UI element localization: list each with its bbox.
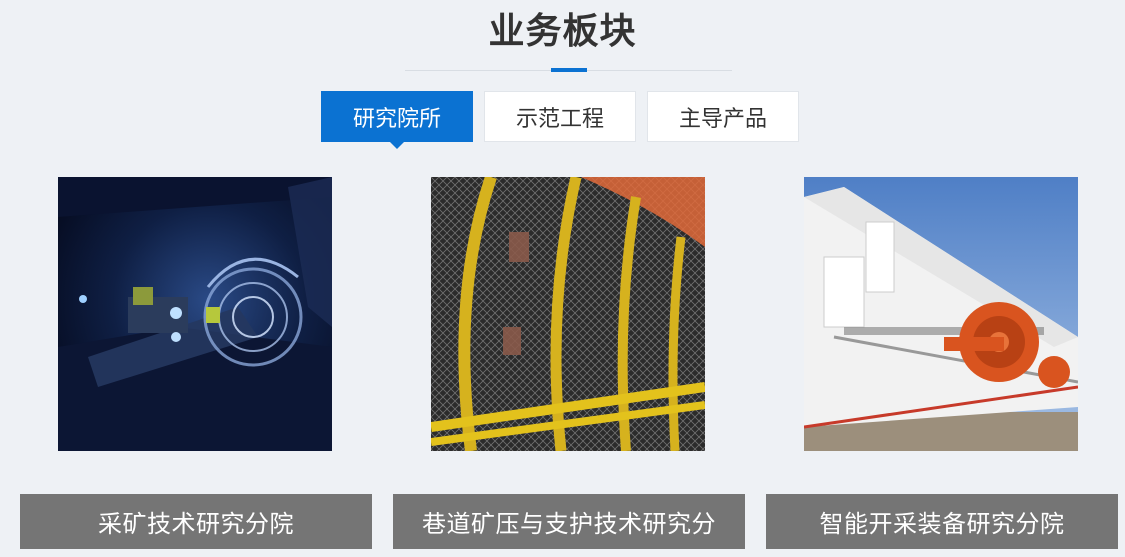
title-accent-bar bbox=[551, 68, 587, 72]
card-roadway-support[interactable]: 巷道矿压与支护技术研究分 bbox=[393, 177, 745, 552]
card-caption: 智能开采装备研究分院 bbox=[766, 494, 1118, 549]
bucket-wheel-excavator-photo[interactable] bbox=[804, 177, 1078, 451]
category-tabs: 研究院所 示范工程 主导产品 bbox=[321, 91, 799, 149]
tab-leading-products[interactable]: 主导产品 bbox=[647, 91, 799, 142]
tab-label: 研究院所 bbox=[352, 106, 441, 132]
active-tab-pointer bbox=[389, 141, 405, 149]
card-caption: 采矿技术研究分院 bbox=[20, 494, 372, 549]
tab-demonstration-projects[interactable]: 示范工程 bbox=[484, 91, 636, 142]
card-mining-technology[interactable]: 采矿技术研究分院 bbox=[20, 177, 372, 552]
tab-label: 主导产品 bbox=[678, 106, 767, 132]
tab-research-institutes[interactable]: 研究院所 bbox=[321, 91, 473, 149]
underground-mining-machine-photo[interactable] bbox=[58, 177, 332, 451]
tunnel-support-arches-photo[interactable] bbox=[431, 177, 705, 451]
section-title: 业务板块 bbox=[488, 11, 637, 52]
card-intelligent-mining-equipment[interactable]: 智能开采装备研究分院 bbox=[766, 177, 1118, 552]
tab-label: 示范工程 bbox=[515, 106, 604, 132]
card-caption: 巷道矿压与支护技术研究分 bbox=[393, 494, 745, 549]
